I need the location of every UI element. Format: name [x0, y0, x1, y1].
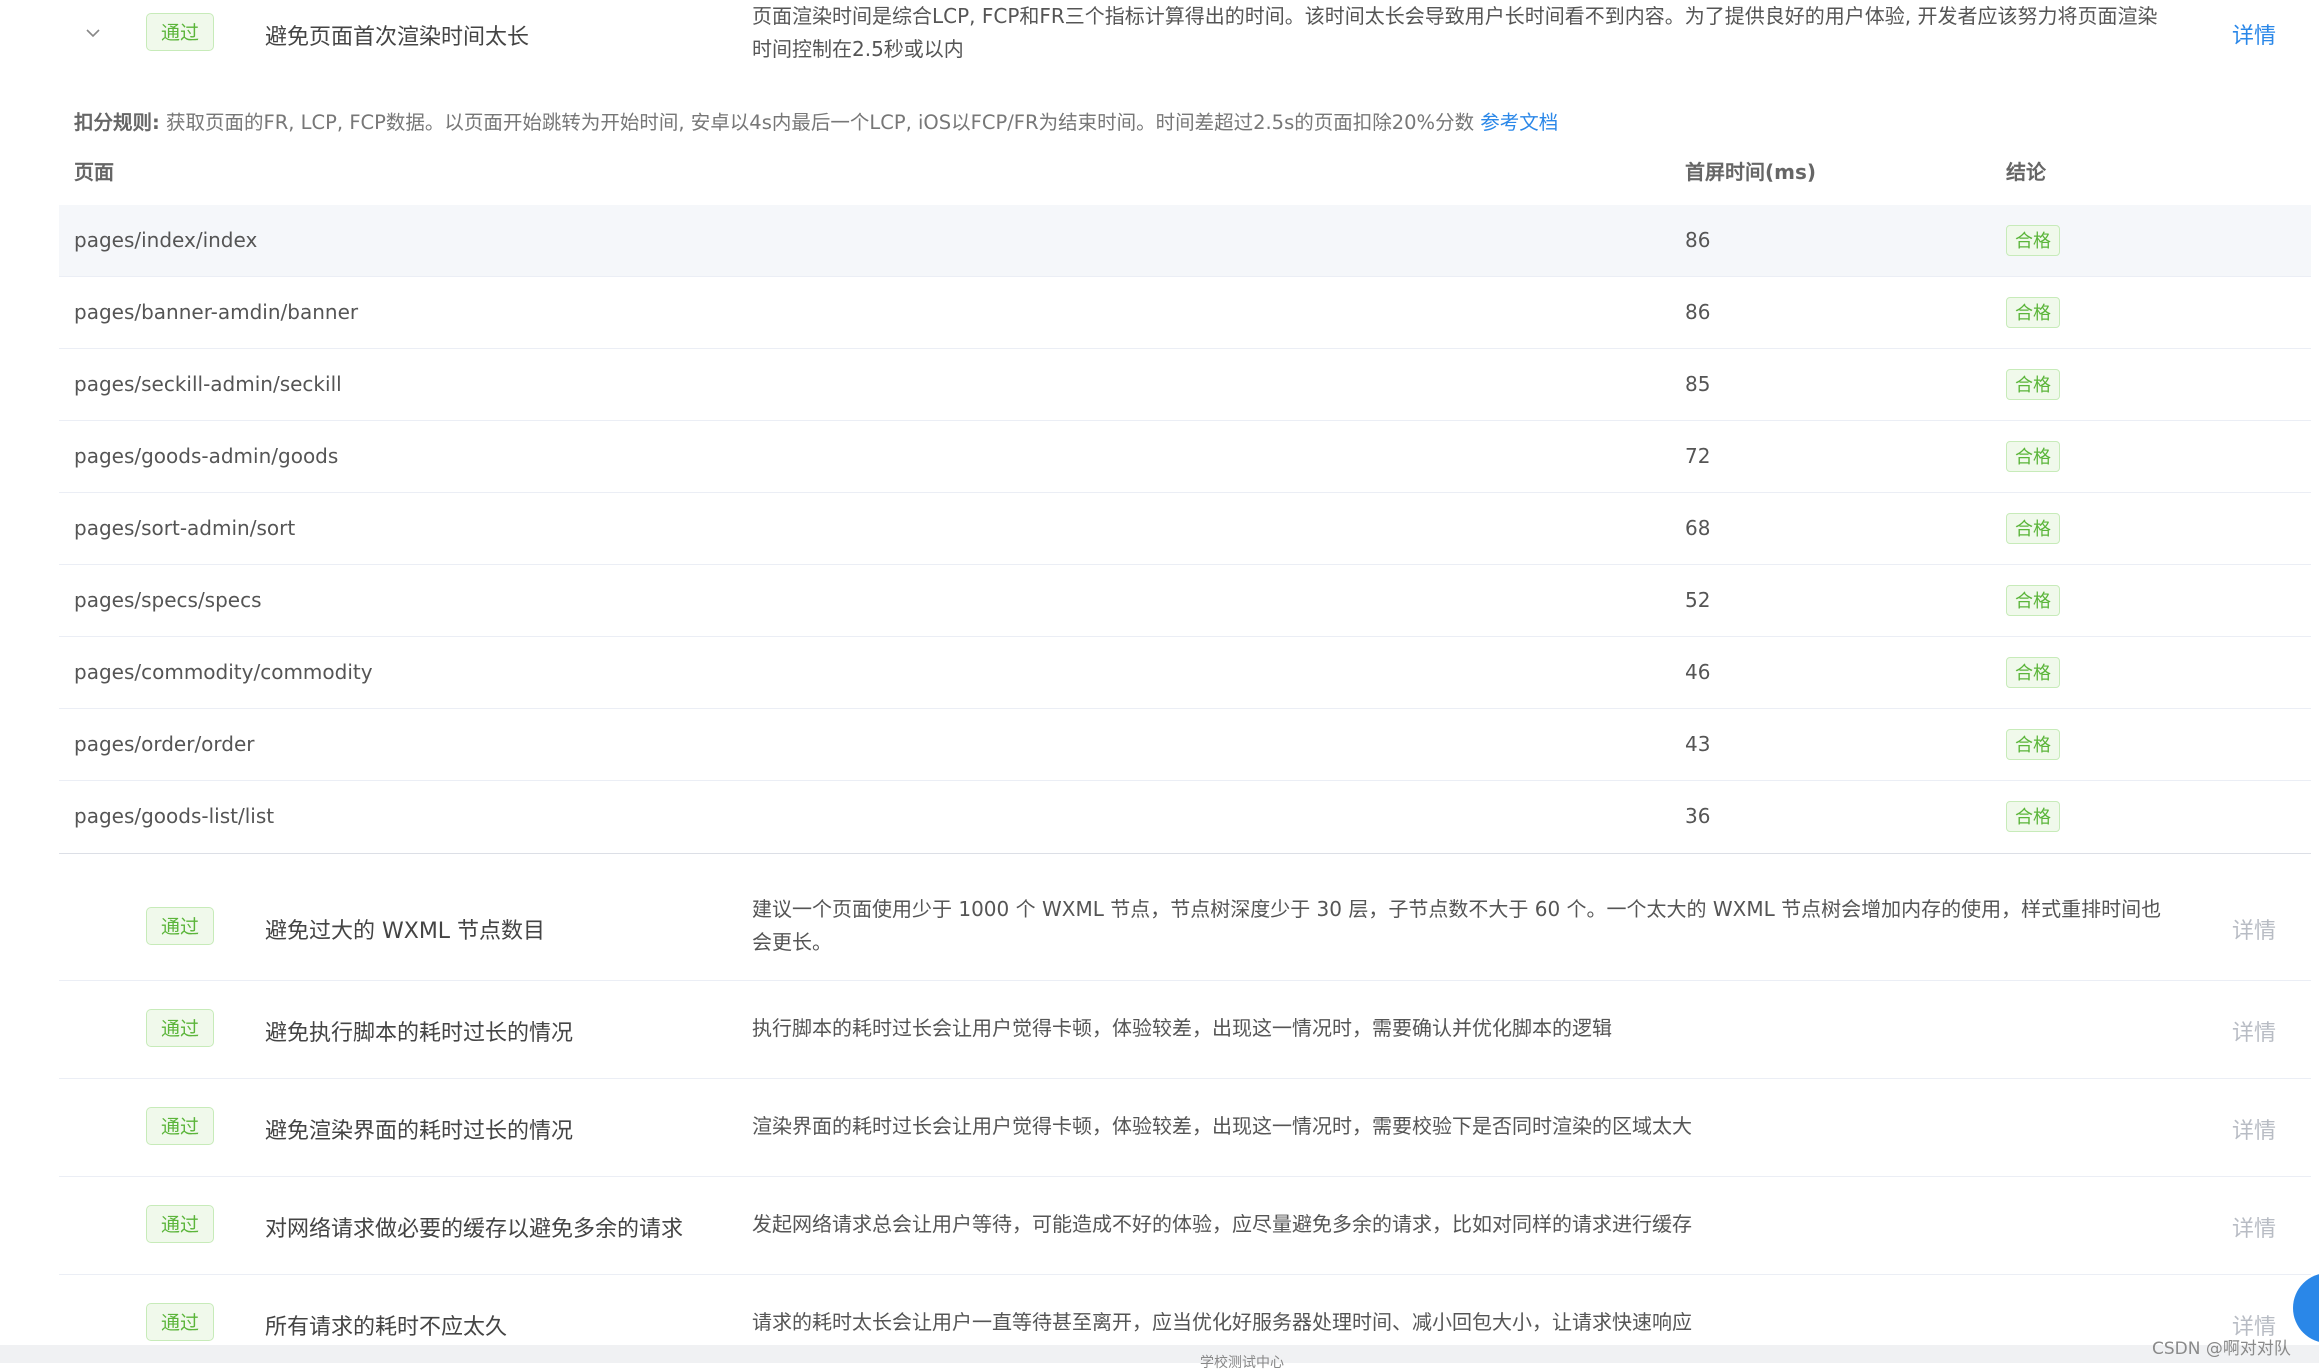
first-screen-time: 86 — [1685, 300, 1711, 324]
table-row: pages/sort-admin/sort 68 合格 — [59, 493, 2311, 565]
first-screen-time: 72 — [1685, 444, 1711, 468]
audit-description: 请求的耗时太长会让用户一直等待甚至离开，应当优化好服务器处理时间、减小回包大小，… — [752, 1310, 1692, 1334]
chevron-down-icon[interactable] — [82, 22, 104, 44]
audit-title: 避免渲染界面的耗时过长的情况 — [265, 1119, 574, 1144]
page-path: pages/seckill-admin/seckill — [74, 372, 342, 396]
page-path: pages/banner-amdin/banner — [74, 300, 359, 324]
column-header-page: 页面 — [74, 160, 114, 184]
result-badge: 合格 — [2006, 225, 2060, 256]
table-row: pages/index/index 86 合格 — [59, 205, 2311, 277]
audit-title: 对网络请求做必要的缓存以避免多余的请求 — [265, 1217, 684, 1242]
page-path: pages/goods-admin/goods — [74, 444, 339, 468]
detail-link[interactable]: 详情 — [2232, 1015, 2276, 1047]
page-path: pages/commodity/commodity — [74, 660, 373, 684]
first-screen-time: 52 — [1685, 588, 1711, 612]
watermark: CSDN @啊对对队 — [2152, 1339, 2291, 1359]
audit-description: 建议一个页面使用少于 1000 个 WXML 节点，节点树深度少于 30 层，子… — [752, 897, 2162, 954]
audit-description: 渲染界面的耗时过长会让用户觉得卡顿，体验较差，出现这一情况时，需要校验下是否同时… — [752, 1114, 1692, 1138]
detail-link[interactable]: 详情 — [2232, 913, 2276, 945]
audit-description: 页面渲染时间是综合LCP, FCP和FR三个指标计算得出的时间。该时间太长会导致… — [752, 4, 2158, 61]
first-screen-time: 43 — [1685, 732, 1711, 756]
table-row: pages/order/order 43 合格 — [59, 709, 2311, 781]
detail-link[interactable]: 详情 — [2232, 1211, 2276, 1243]
result-badge: 合格 — [2006, 513, 2060, 544]
table-row: pages/seckill-admin/seckill 85 合格 — [59, 349, 2311, 421]
reference-doc-link[interactable]: 参考文档 — [1480, 111, 1558, 134]
table-row: pages/commodity/commodity 46 合格 — [59, 637, 2311, 709]
result-badge: 合格 — [2006, 297, 2060, 328]
divider — [59, 1078, 2311, 1079]
first-screen-time: 36 — [1685, 804, 1711, 828]
status-badge: 通过 — [146, 13, 214, 51]
result-badge: 合格 — [2006, 369, 2060, 400]
detail-link[interactable]: 详情 — [2232, 1113, 2276, 1145]
table-row: pages/banner-amdin/banner 86 合格 — [59, 277, 2311, 349]
page-path: pages/index/index — [74, 228, 258, 252]
page-path: pages/order/order — [74, 732, 255, 756]
divider — [59, 1274, 2311, 1275]
result-badge: 合格 — [2006, 729, 2060, 760]
status-badge: 通过 — [146, 1107, 214, 1145]
table-row: pages/specs/specs 52 合格 — [59, 565, 2311, 637]
audit-title: 所有请求的耗时不应太久 — [265, 1315, 508, 1340]
rule-label: 扣分规则: — [74, 111, 160, 134]
page-path: pages/goods-list/list — [74, 804, 275, 828]
audit-title: 避免页面首次渲染时间太长 — [265, 25, 530, 50]
divider — [59, 980, 2311, 981]
column-header-time: 首屏时间(ms) — [1685, 160, 1817, 184]
detail-link[interactable]: 详情 — [2232, 18, 2276, 50]
status-badge: 通过 — [146, 1303, 214, 1341]
result-badge: 合格 — [2006, 657, 2060, 688]
divider — [59, 1176, 2311, 1177]
audit-description: 发起网络请求总会让用户等待，可能造成不好的体验，应尽量避免多余的请求，比如对同样… — [752, 1212, 1692, 1236]
floating-action-button[interactable] — [2293, 1273, 2319, 1343]
footer-bar — [0, 1345, 2319, 1363]
result-badge: 合格 — [2006, 585, 2060, 616]
audit-description: 执行脚本的耗时过长会让用户觉得卡顿，体验较差，出现这一情况时，需要确认并优化脚本… — [752, 1016, 1612, 1040]
status-badge: 通过 — [146, 1205, 214, 1243]
column-header-result: 结论 — [2006, 160, 2046, 184]
status-badge: 通过 — [146, 1009, 214, 1047]
first-screen-time: 86 — [1685, 228, 1711, 252]
table-bottom-divider — [59, 853, 2311, 854]
scoring-rule: 扣分规则: 获取页面的FR, LCP, FCP数据。以页面开始跳转为开始时间, … — [74, 106, 1558, 135]
audit-title: 避免执行脚本的耗时过长的情况 — [265, 1021, 574, 1046]
first-screen-time: 68 — [1685, 516, 1711, 540]
first-screen-time: 85 — [1685, 372, 1711, 396]
result-badge: 合格 — [2006, 441, 2060, 472]
result-badge: 合格 — [2006, 801, 2060, 832]
footer-text: 学校测试中心 — [1200, 1355, 1284, 1371]
first-screen-time: 46 — [1685, 660, 1711, 684]
status-badge: 通过 — [146, 907, 214, 945]
table-row: pages/goods-list/list 36 合格 — [59, 781, 2311, 852]
page-path: pages/specs/specs — [74, 588, 262, 612]
audit-title: 避免过大的 WXML 节点数目 — [265, 919, 546, 944]
page-path: pages/sort-admin/sort — [74, 516, 296, 540]
rule-text: 获取页面的FR, LCP, FCP数据。以页面开始跳转为开始时间, 安卓以4s内… — [166, 111, 1475, 134]
table-row: pages/goods-admin/goods 72 合格 — [59, 421, 2311, 493]
